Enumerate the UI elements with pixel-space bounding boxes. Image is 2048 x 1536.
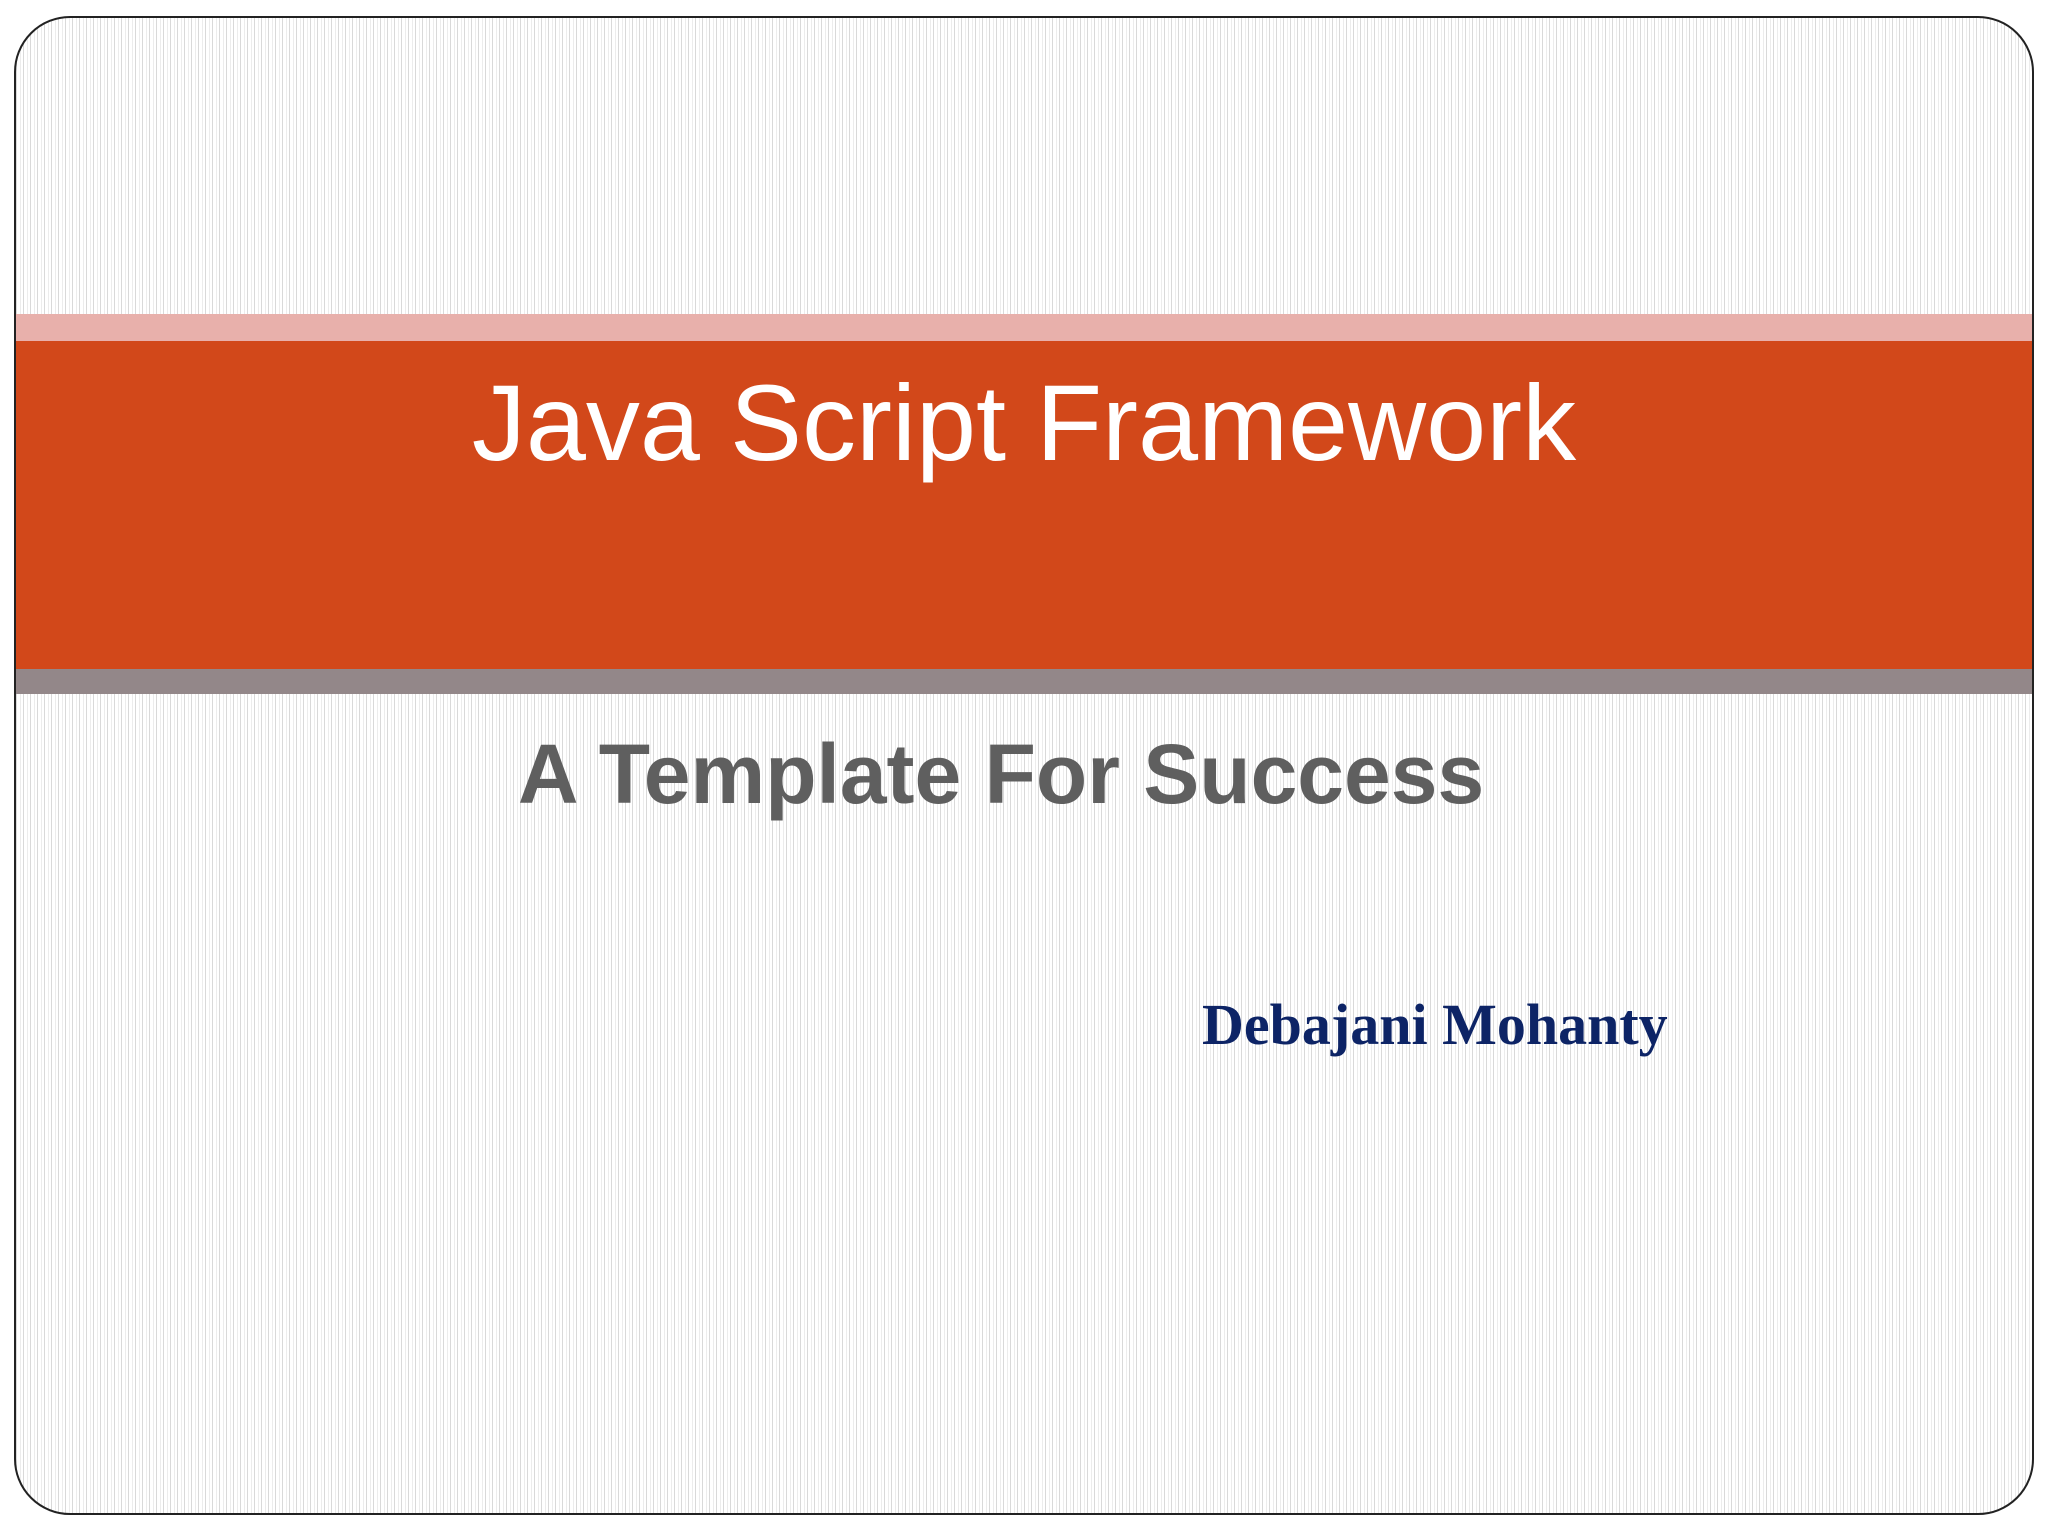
title-band-top-stripe	[16, 314, 2032, 341]
slide-subtitle: A Template For Success	[517, 727, 1485, 821]
slide-title: Java Script Framework	[471, 362, 1577, 483]
slide-author: Debajani Mohanty	[1202, 992, 1668, 1057]
slide: Java Script Framework A Template For Suc…	[14, 16, 2034, 1515]
title-band-bottom-stripe	[16, 669, 2032, 694]
